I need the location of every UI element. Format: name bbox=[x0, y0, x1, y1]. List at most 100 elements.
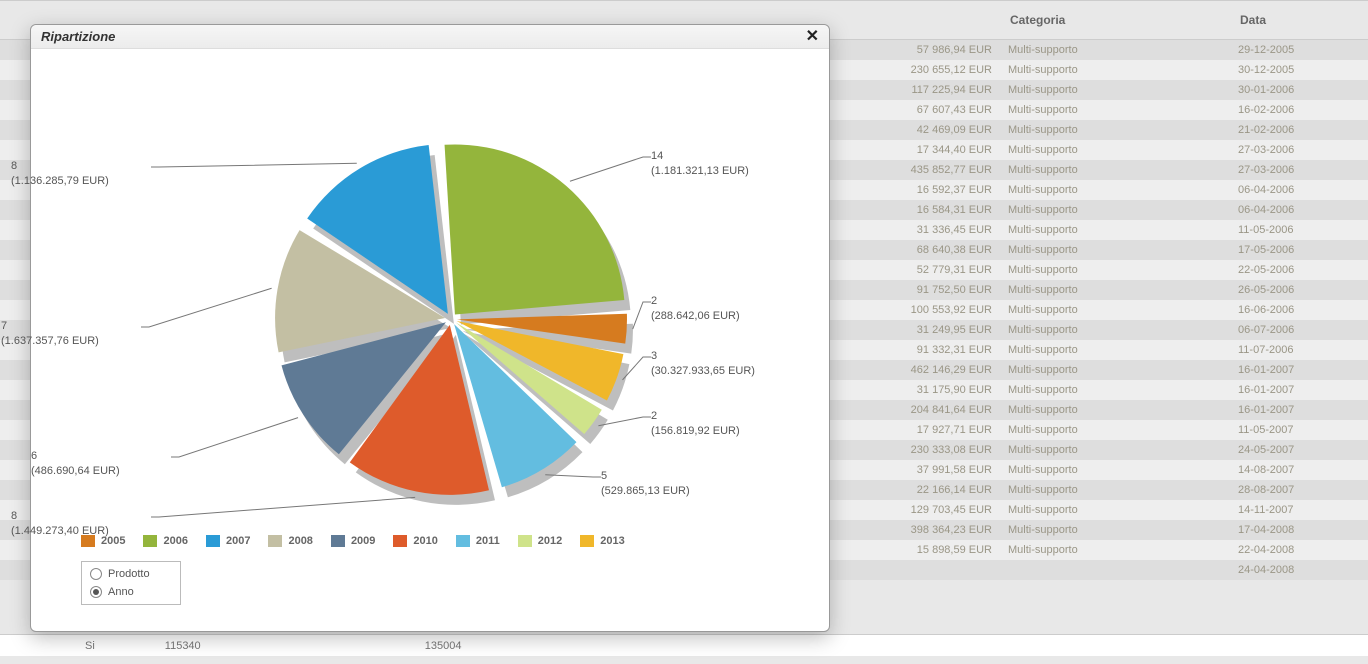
cell-amount: 22 166,14 EUR bbox=[830, 484, 1000, 496]
legend-swatch bbox=[206, 535, 220, 547]
table-header-data[interactable]: Data bbox=[1230, 13, 1360, 27]
cell-date: 16-06-2006 bbox=[1230, 304, 1360, 316]
cell-category: Multi-supporto bbox=[1000, 104, 1230, 116]
bottom-c2: 115340 bbox=[95, 640, 415, 652]
radio-prodotto[interactable]: Prodotto bbox=[90, 568, 172, 580]
cell-category: Multi-supporto bbox=[1000, 544, 1230, 556]
cell-date: 17-04-2008 bbox=[1230, 524, 1360, 536]
cell-amount: 91 332,31 EUR bbox=[830, 344, 1000, 356]
legend-item-2008[interactable]: 2008 bbox=[268, 535, 312, 547]
cell-amount: 15 898,59 EUR bbox=[830, 544, 1000, 556]
pie-slice-2006[interactable] bbox=[445, 144, 625, 314]
cell-amount: 435 852,77 EUR bbox=[830, 164, 1000, 176]
legend-label: 2012 bbox=[538, 535, 562, 547]
legend-label: 2013 bbox=[600, 535, 624, 547]
cell-date: 14-11-2007 bbox=[1230, 504, 1360, 516]
slice-label-2007: 8(1.136.285,79 EUR) bbox=[11, 159, 151, 189]
bottom-status-row: Si 115340 135004 bbox=[0, 634, 1368, 656]
bottom-c3: 135004 bbox=[415, 640, 615, 652]
modal-title: Ripartizione bbox=[41, 29, 115, 44]
slice-label-2011: 5(529.865,13 EUR) bbox=[601, 469, 690, 499]
legend-label: 2008 bbox=[288, 535, 312, 547]
cell-date: 11-05-2006 bbox=[1230, 224, 1360, 236]
cell-date: 27-03-2006 bbox=[1230, 144, 1360, 156]
cell-category: Multi-supporto bbox=[1000, 444, 1230, 456]
slice-label-2006: 14(1.181.321,13 EUR) bbox=[651, 149, 749, 179]
cell-date: 22-05-2006 bbox=[1230, 264, 1360, 276]
cell-category: Multi-supporto bbox=[1000, 44, 1230, 56]
cell-date: 06-04-2006 bbox=[1230, 204, 1360, 216]
legend-item-2011[interactable]: 2011 bbox=[456, 535, 500, 547]
legend-swatch bbox=[331, 535, 345, 547]
legend-swatch bbox=[143, 535, 157, 547]
cell-category: Multi-supporto bbox=[1000, 84, 1230, 96]
cell-category: Multi-supporto bbox=[1000, 124, 1230, 136]
cell-date: 17-05-2006 bbox=[1230, 244, 1360, 256]
legend-item-2007[interactable]: 2007 bbox=[206, 535, 250, 547]
cell-amount: 17 927,71 EUR bbox=[830, 424, 1000, 436]
legend-label: 2005 bbox=[101, 535, 125, 547]
legend-item-2013[interactable]: 2013 bbox=[580, 535, 624, 547]
cell-date: 21-02-2006 bbox=[1230, 124, 1360, 136]
cell-amount: 16 584,31 EUR bbox=[830, 204, 1000, 216]
modal-header[interactable]: Ripartizione ✕ bbox=[31, 25, 829, 49]
legend-label: 2006 bbox=[163, 535, 187, 547]
cell-date: 16-01-2007 bbox=[1230, 364, 1360, 376]
cell-category: Multi-supporto bbox=[1000, 324, 1230, 336]
cell-date: 11-05-2007 bbox=[1230, 424, 1360, 436]
radio-anno[interactable]: Anno bbox=[90, 586, 172, 598]
cell-amount: 31 249,95 EUR bbox=[830, 324, 1000, 336]
cell-date: 16-01-2007 bbox=[1230, 404, 1360, 416]
legend-item-2010[interactable]: 2010 bbox=[393, 535, 437, 547]
cell-category: Multi-supporto bbox=[1000, 284, 1230, 296]
cell-amount: 117 225,94 EUR bbox=[830, 84, 1000, 96]
cell-date: 22-04-2008 bbox=[1230, 544, 1360, 556]
legend-label: 2009 bbox=[351, 535, 375, 547]
ripartizione-modal: Ripartizione ✕ 14(1.181.321,13 EUR)2(288… bbox=[30, 24, 830, 632]
cell-category: Multi-supporto bbox=[1000, 64, 1230, 76]
cell-amount: 230 333,08 EUR bbox=[830, 444, 1000, 456]
cell-amount: 129 703,45 EUR bbox=[830, 504, 1000, 516]
grouping-options: Prodotto Anno bbox=[81, 561, 181, 605]
cell-amount: 68 640,38 EUR bbox=[830, 244, 1000, 256]
cell-date: 16-02-2006 bbox=[1230, 104, 1360, 116]
legend-label: 2007 bbox=[226, 535, 250, 547]
cell-category: Multi-supporto bbox=[1000, 204, 1230, 216]
radio-icon bbox=[90, 568, 102, 580]
legend-swatch bbox=[393, 535, 407, 547]
slice-label-2009: 6(486.690,64 EUR) bbox=[31, 449, 171, 479]
cell-category: Multi-supporto bbox=[1000, 404, 1230, 416]
slice-label-2008: 7(1.637.357,76 EUR) bbox=[1, 319, 141, 349]
cell-category: Multi-supporto bbox=[1000, 144, 1230, 156]
cell-category: Multi-supporto bbox=[1000, 524, 1230, 536]
cell-date: 30-12-2005 bbox=[1230, 64, 1360, 76]
cell-amount: 67 607,43 EUR bbox=[830, 104, 1000, 116]
legend-swatch bbox=[456, 535, 470, 547]
legend-item-2005[interactable]: 2005 bbox=[81, 535, 125, 547]
cell-amount: 100 553,92 EUR bbox=[830, 304, 1000, 316]
legend-swatch bbox=[268, 535, 282, 547]
cell-category: Multi-supporto bbox=[1000, 384, 1230, 396]
legend-swatch bbox=[580, 535, 594, 547]
table-header-categoria[interactable]: Categoria bbox=[1000, 13, 1230, 27]
cell-date: 28-08-2007 bbox=[1230, 484, 1360, 496]
cell-amount: 37 991,58 EUR bbox=[830, 464, 1000, 476]
cell-category: Multi-supporto bbox=[1000, 424, 1230, 436]
pie-chart: 14(1.181.321,13 EUR)2(288.642,06 EUR)3(3… bbox=[31, 49, 829, 549]
cell-amount: 462 146,29 EUR bbox=[830, 364, 1000, 376]
cell-category: Multi-supporto bbox=[1000, 304, 1230, 316]
legend: 2005 2006 2007 2008 2009 2010 2011 2012 2013 bbox=[81, 535, 625, 547]
cell-amount: 398 364,23 EUR bbox=[830, 524, 1000, 536]
legend-item-2006[interactable]: 2006 bbox=[143, 535, 187, 547]
slice-label-2012: 2(156.819,92 EUR) bbox=[651, 409, 740, 439]
slice-label-2013: 3(30.327.933,65 EUR) bbox=[651, 349, 755, 379]
legend-swatch bbox=[81, 535, 95, 547]
legend-label: 2010 bbox=[413, 535, 437, 547]
close-icon[interactable]: ✕ bbox=[806, 29, 819, 45]
legend-item-2012[interactable]: 2012 bbox=[518, 535, 562, 547]
cell-amount: 204 841,64 EUR bbox=[830, 404, 1000, 416]
cell-category: Multi-supporto bbox=[1000, 464, 1230, 476]
cell-amount: 31 175,90 EUR bbox=[830, 384, 1000, 396]
cell-amount: 91 752,50 EUR bbox=[830, 284, 1000, 296]
legend-item-2009[interactable]: 2009 bbox=[331, 535, 375, 547]
